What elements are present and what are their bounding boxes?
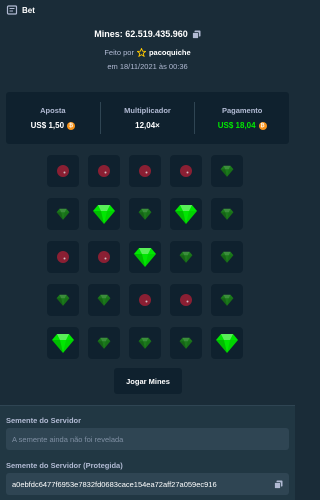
stat-multiplier-label: Multiplicador [124, 106, 171, 115]
mines-tile[interactable] [129, 327, 161, 359]
copy-icon[interactable] [274, 480, 283, 489]
mines-tile[interactable] [88, 241, 120, 273]
mine-icon [180, 294, 192, 306]
mines-tile[interactable] [47, 241, 79, 273]
bitcoin-icon: ₿ [258, 121, 267, 130]
mines-tile[interactable] [88, 327, 120, 359]
gem-icon [220, 165, 234, 177]
mines-tile[interactable] [88, 284, 120, 316]
mines-tile[interactable] [211, 198, 243, 230]
mines-tile[interactable] [129, 198, 161, 230]
bet-amount: US$ 1,50 [30, 121, 65, 130]
bitcoin-icon: ₿ [67, 121, 76, 130]
game-id-row: Mines: 62.519.435.960 [0, 29, 295, 39]
stat-payout: Pagamento US$ 18,04 ₿ [195, 92, 289, 144]
stat-payout-label: Pagamento [221, 106, 263, 115]
mines-tile[interactable] [211, 327, 243, 359]
gem-icon [56, 208, 70, 220]
server-seed-placeholder: A semente ainda não foi revelada [12, 434, 124, 444]
stat-multiplier: Multiplicador 12,04× [101, 92, 195, 144]
copy-icon[interactable] [191, 30, 201, 39]
multiplier-value: 12,04× [135, 121, 160, 130]
mines-tile[interactable] [47, 327, 79, 359]
gem-icon [220, 208, 234, 220]
modal-header: Bet [0, 0, 295, 20]
gem-icon [52, 334, 74, 353]
mines-tile[interactable] [47, 155, 79, 187]
mines-tile[interactable] [170, 241, 202, 273]
bet-modal: Bet Mines: 62.519.435.960 Feito por paco… [0, 0, 295, 500]
gem-icon [220, 294, 234, 306]
mine-icon [139, 294, 151, 306]
mines-tile[interactable] [129, 241, 161, 273]
mines-tile[interactable] [129, 155, 161, 187]
play-mines-button[interactable]: Jogar Mines [114, 368, 182, 394]
gem-icon [97, 294, 111, 306]
mine-icon [57, 251, 69, 263]
hashed-seed-value: a0ebfdc6477f6953e7832fd0683cace154ea72af… [12, 479, 217, 489]
star-icon [136, 48, 146, 57]
mines-tile[interactable] [88, 155, 120, 187]
mines-grid [47, 155, 247, 359]
gem-icon [56, 294, 70, 306]
game-id: Mines: 62.519.435.960 [94, 29, 188, 39]
gem-icon [216, 334, 238, 353]
mine-icon [57, 165, 69, 177]
hashed-seed-field[interactable]: a0ebfdc6477f6953e7832fd0683cace154ea72af… [6, 473, 289, 495]
stat-payout-value: US$ 18,04 ₿ [218, 121, 267, 130]
stat-bet-value: US$ 1,50 ₿ [30, 121, 76, 130]
bet-date: em 18/11/2021 às 00:36 [107, 62, 188, 71]
server-seed-field[interactable]: A semente ainda não foi revelada [6, 428, 289, 450]
gem-icon [93, 205, 115, 224]
stat-bet-label: Aposta [40, 106, 66, 115]
author-row: Feito por pacoquiche [0, 48, 295, 57]
gem-icon [179, 337, 193, 349]
author-prefix: Feito por [104, 48, 134, 57]
gem-icon [138, 208, 152, 220]
mine-icon [180, 165, 192, 177]
gem-icon [220, 251, 234, 263]
stat-bet: Aposta US$ 1,50 ₿ [6, 92, 100, 144]
mine-icon [98, 251, 110, 263]
hashed-seed-label: Semente do Servidor (Protegida) [6, 461, 123, 470]
mines-tile[interactable] [211, 241, 243, 273]
mines-tile[interactable] [47, 284, 79, 316]
modal-title: Bet [22, 5, 35, 15]
mines-tile[interactable] [47, 198, 79, 230]
gem-icon [138, 337, 152, 349]
mines-tile[interactable] [211, 284, 243, 316]
mines-tile[interactable] [170, 198, 202, 230]
server-seed-label: Semente do Servidor [6, 416, 82, 425]
payout-amount: US$ 18,04 [217, 121, 256, 130]
gem-icon [179, 251, 193, 263]
gem-icon [97, 337, 111, 349]
mine-icon [98, 165, 110, 177]
bet-icon [6, 4, 18, 16]
author-name[interactable]: pacoquiche [149, 48, 191, 57]
seed-panel: Semente do Servidor A semente ainda não … [0, 405, 295, 500]
mines-tile[interactable] [170, 327, 202, 359]
stats-panel: Aposta US$ 1,50 ₿ Multiplicador 12,04× P… [6, 92, 289, 144]
mines-tile[interactable] [129, 284, 161, 316]
gem-icon [175, 205, 197, 224]
mine-icon [139, 165, 151, 177]
mines-tile[interactable] [170, 155, 202, 187]
gem-icon [134, 248, 156, 267]
mines-tile[interactable] [170, 284, 202, 316]
mines-tile[interactable] [211, 155, 243, 187]
mines-tile[interactable] [88, 198, 120, 230]
